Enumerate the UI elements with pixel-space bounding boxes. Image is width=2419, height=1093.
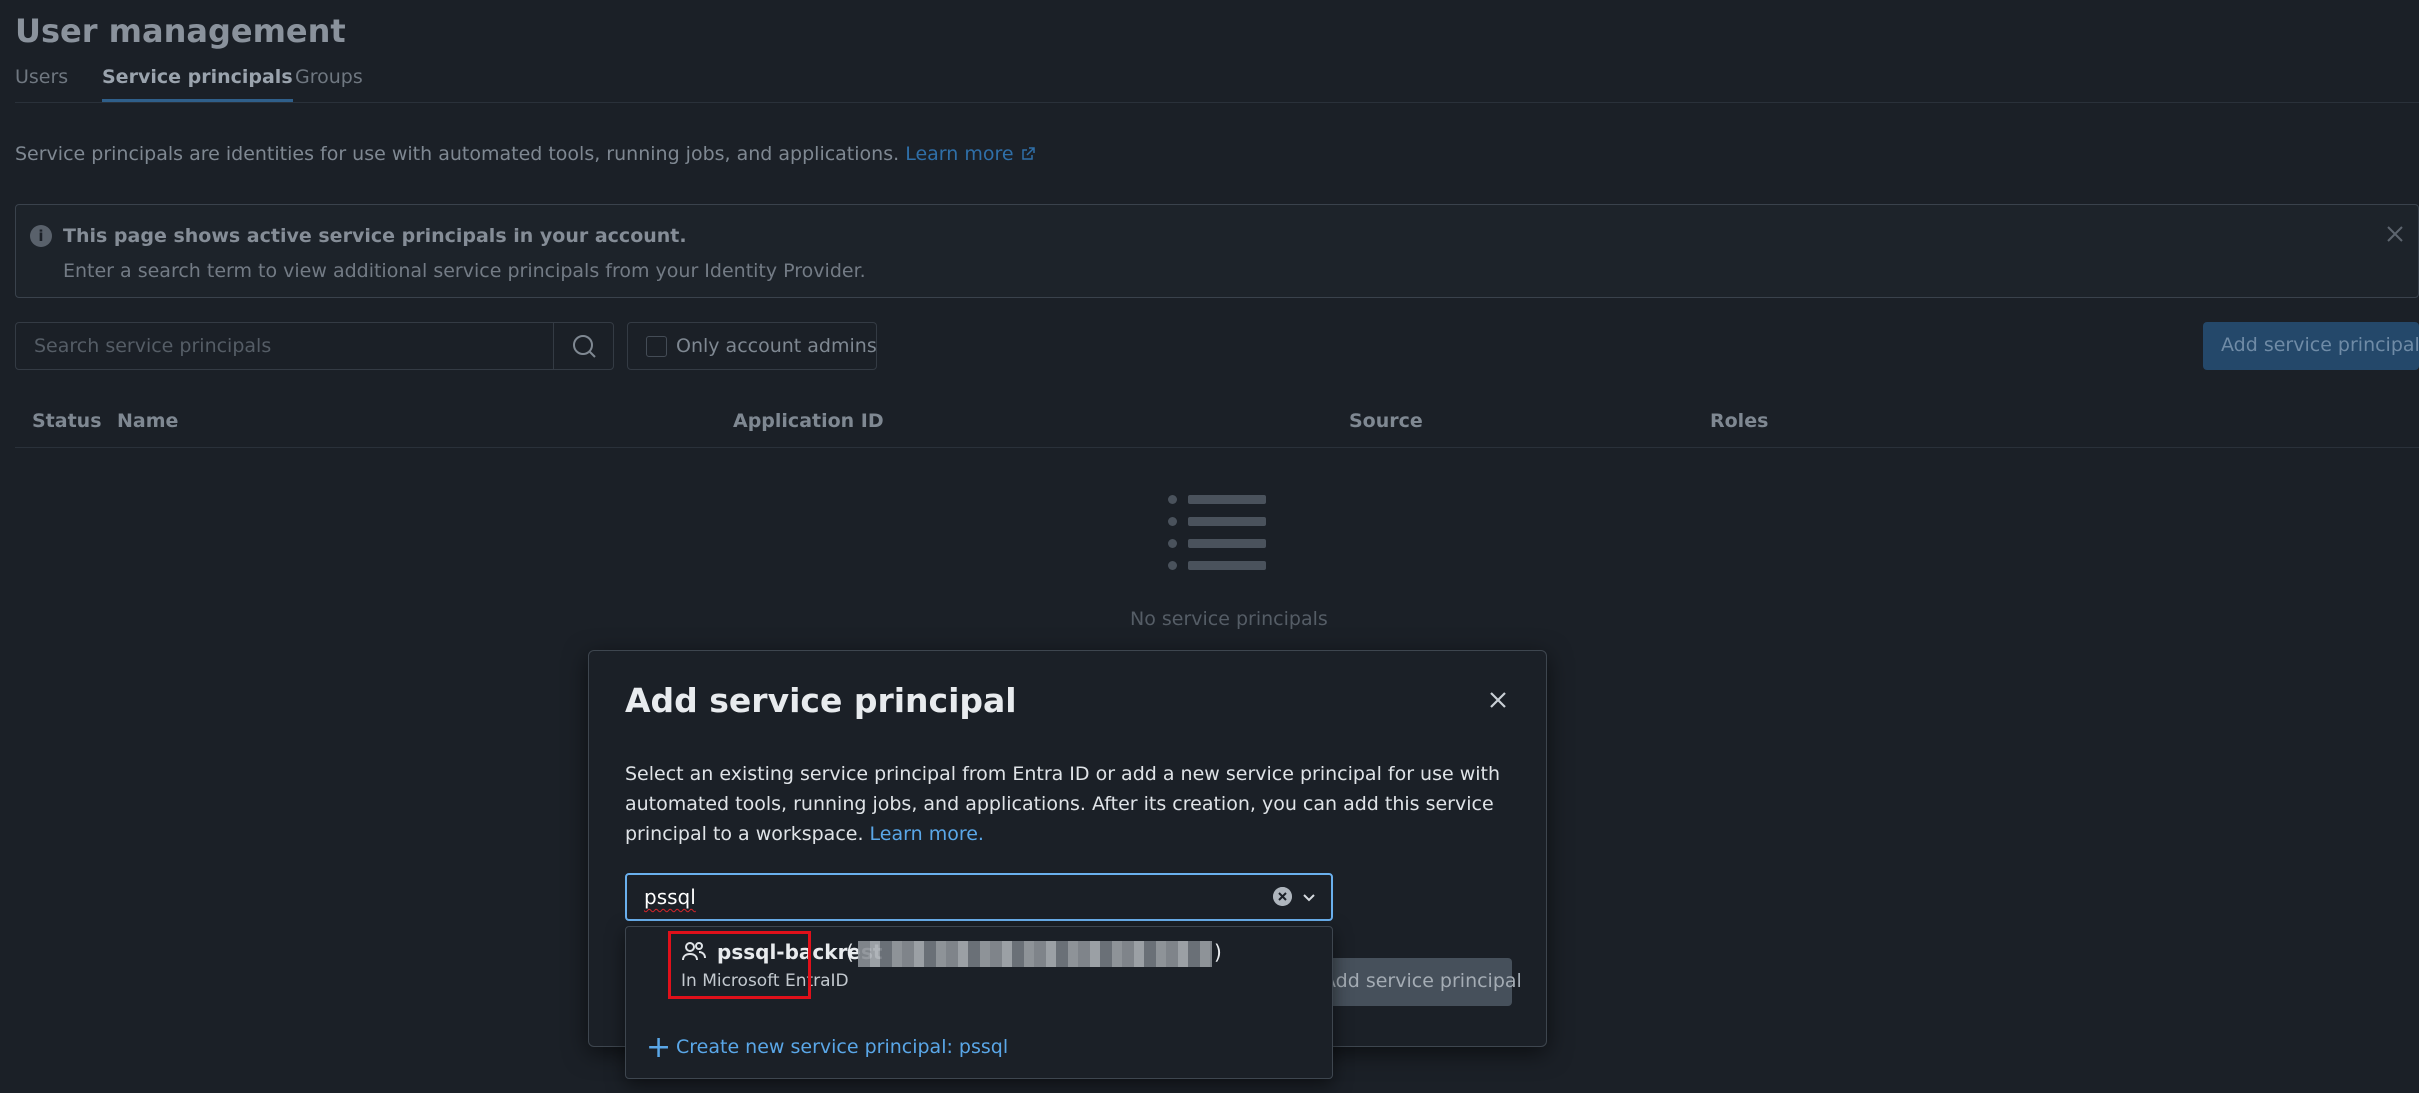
dialog-learn-more-link[interactable]: Learn more. bbox=[870, 823, 984, 845]
tab-groups[interactable]: Groups bbox=[295, 66, 363, 102]
plus-icon: + bbox=[646, 1030, 672, 1065]
tab-service-principals[interactable]: Service principals bbox=[102, 66, 293, 102]
column-header-roles: Roles bbox=[1710, 410, 1769, 432]
redacted-application-id bbox=[858, 941, 1212, 967]
info-notice: i This page shows active service princip… bbox=[15, 204, 2419, 298]
learn-more-link[interactable]: Learn more bbox=[905, 143, 1035, 165]
tabs-divider bbox=[15, 102, 2419, 103]
intro-description: Service principals are identities for us… bbox=[15, 143, 900, 165]
only-account-admins-label: Only account admins bbox=[676, 335, 877, 357]
info-icon: i bbox=[30, 225, 52, 247]
external-link-icon bbox=[1021, 147, 1035, 160]
column-header-source: Source bbox=[1349, 410, 1423, 432]
tab-users[interactable]: Users bbox=[15, 66, 68, 102]
empty-list-icon bbox=[1168, 495, 1268, 571]
create-new-label: Create new service principal: pssql bbox=[676, 1036, 1009, 1058]
chevron-down-icon[interactable] bbox=[1299, 887, 1319, 907]
dropdown-option-pssql-backrest[interactable]: pssql-backrest ( ) In Microsoft EntraID bbox=[626, 927, 1332, 1005]
dialog-description-text: Select an existing service principal fro… bbox=[625, 763, 1501, 845]
search-button[interactable] bbox=[553, 323, 613, 369]
close-icon[interactable] bbox=[1485, 687, 1511, 713]
notice-body: Enter a search term to view additional s… bbox=[63, 260, 866, 282]
create-new-service-principal-option[interactable]: + Create new service principal: pssql bbox=[626, 1031, 1332, 1071]
dialog-title: Add service principal bbox=[625, 681, 1017, 720]
search-icon bbox=[573, 335, 596, 358]
search-input[interactable]: Search service principals bbox=[34, 335, 271, 357]
column-header-name: Name bbox=[117, 410, 179, 432]
only-account-admins-filter[interactable]: Only account admins bbox=[627, 322, 877, 370]
empty-state-text: No service principals bbox=[1130, 608, 1328, 630]
column-header-application-id: Application ID bbox=[733, 410, 884, 432]
dialog-description: Select an existing service principal fro… bbox=[625, 759, 1525, 849]
learn-more-label: Learn more bbox=[905, 143, 1014, 165]
combobox-dropdown: pssql-backrest ( ) In Microsoft EntraID … bbox=[625, 926, 1333, 1079]
notice-title: This page shows active service principal… bbox=[63, 225, 687, 247]
clear-icon[interactable] bbox=[1273, 887, 1292, 906]
column-header-status: Status bbox=[32, 410, 102, 432]
intro-text: Service principals are identities for us… bbox=[15, 143, 1036, 165]
search-field[interactable]: Search service principals bbox=[15, 322, 614, 370]
table-divider bbox=[15, 447, 2419, 448]
highlight-box bbox=[668, 931, 811, 999]
close-icon[interactable] bbox=[2382, 221, 2408, 247]
combobox-input[interactable]: pssql bbox=[644, 885, 696, 909]
add-service-principal-button[interactable]: Add service principal bbox=[2203, 322, 2419, 370]
service-principal-combobox[interactable]: pssql bbox=[625, 873, 1333, 921]
page-title: User management bbox=[15, 12, 346, 50]
only-account-admins-checkbox[interactable] bbox=[646, 336, 667, 357]
